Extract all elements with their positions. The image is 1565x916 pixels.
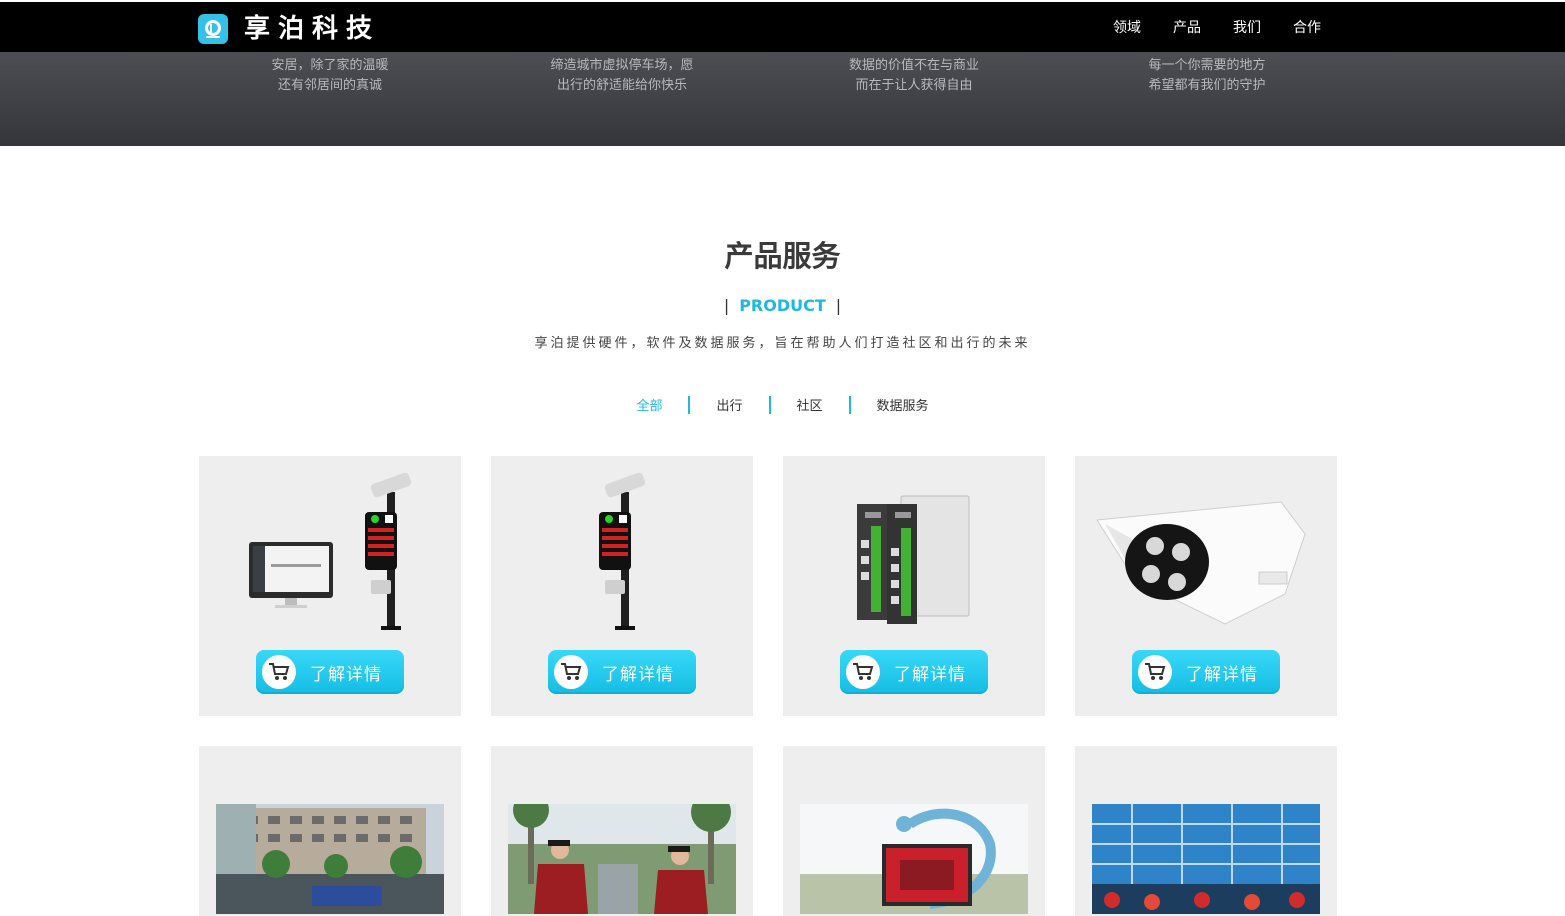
nav-item-domain[interactable]: 领域 [1113,18,1173,38]
product-card[interactable]: 了解详情 [783,456,1045,716]
product-card[interactable]: 了解详情 [1075,456,1337,716]
community-gate-photo [216,804,444,914]
nav-item-about[interactable]: 我们 [1233,18,1293,38]
brand-logo[interactable]: 享泊科技 [198,14,380,44]
filter-community[interactable]: 社区 [771,395,849,414]
nav-item-cooperation[interactable]: 合作 [1293,18,1353,38]
slogan-banner: 安居，除了家的温暖 还有邻居间的真诚 缔造城市虚拟停车场，愿 出行的舒适能给你快… [0,52,1565,146]
product-card[interactable]: 了解详情 [199,456,461,716]
parking-logo-icon [198,14,228,44]
learn-more-button[interactable]: 了解详情 [256,650,404,694]
slogan-line: 希望都有我们的守护 [1148,78,1266,93]
slogan-guard: 每一个你需要的地方 希望都有我们的守护 [1057,56,1357,96]
slogan-line: 安居，除了家的温暖 [271,58,389,73]
led-display-photo [800,804,1028,914]
product-label: PRODUCT [739,296,826,315]
product-card[interactable] [1075,746,1337,916]
slogan-line: 出行的舒适能给你快乐 [556,78,687,93]
category-filters: 全部 出行 社区 数据服务 [0,395,1565,414]
filter-data-service[interactable]: 数据服务 [851,395,955,414]
security-guards-photo [508,804,736,914]
learn-more-button[interactable]: 了解详情 [548,650,696,694]
divider: | [723,296,730,315]
section-title: 产品服务 [724,239,841,273]
controller-device-image [857,495,970,624]
nav-item-products[interactable]: 产品 [1173,18,1233,38]
security-camera-image [1096,501,1306,625]
button-label: 了解详情 [894,664,966,685]
shopping-cart-icon [1138,655,1172,689]
learn-more-button[interactable]: 了解详情 [840,650,988,694]
shopping-cart-icon [554,655,588,689]
slogan-line: 数据的价值不在与商业 [848,58,979,73]
slogan-line: 缔造城市虚拟停车场，愿 [550,58,694,73]
divider: | [835,296,842,315]
main-nav: 领域 产品 我们 合作 [1113,18,1353,38]
slogan-community: 安居，除了家的温暖 还有邻居间的真诚 [180,56,480,96]
slogan-line: 而在于让人获得自由 [855,78,973,93]
section-description: 享泊提供硬件，软件及数据服务，旨在帮助人们打造社区和出行的未来 [534,336,1031,351]
product-card[interactable] [783,746,1045,916]
learn-more-button[interactable]: 了解详情 [1132,650,1280,694]
filter-travel[interactable]: 出行 [690,395,768,414]
section-subtitle: | PRODUCT | [0,296,1565,315]
button-label: 了解详情 [602,664,674,685]
slogan-travel: 缔造城市虚拟停车场，愿 出行的舒适能给你快乐 [472,56,772,96]
slogan-line: 每一个你需要的地方 [1148,58,1266,73]
shopping-cart-icon [846,655,880,689]
product-card[interactable]: 了解详情 [491,456,753,716]
button-label: 了解详情 [310,664,382,685]
product-card[interactable] [199,746,461,916]
button-label: 了解详情 [1186,664,1258,685]
product-card[interactable] [491,746,753,916]
brand-name: 享泊科技 [244,14,381,44]
parking-pole-image [599,472,646,630]
shopping-cart-icon [262,655,296,689]
parking-system-image [249,472,412,630]
slogan-line: 还有邻居间的真诚 [277,78,382,93]
bike-shelter-photo [1092,804,1320,914]
slogan-data: 数据的价值不在与商业 而在于让人获得自由 [764,56,1064,96]
top-navbar: 享泊科技 领域 产品 我们 合作 [0,2,1565,52]
filter-all[interactable]: 全部 [610,395,688,414]
